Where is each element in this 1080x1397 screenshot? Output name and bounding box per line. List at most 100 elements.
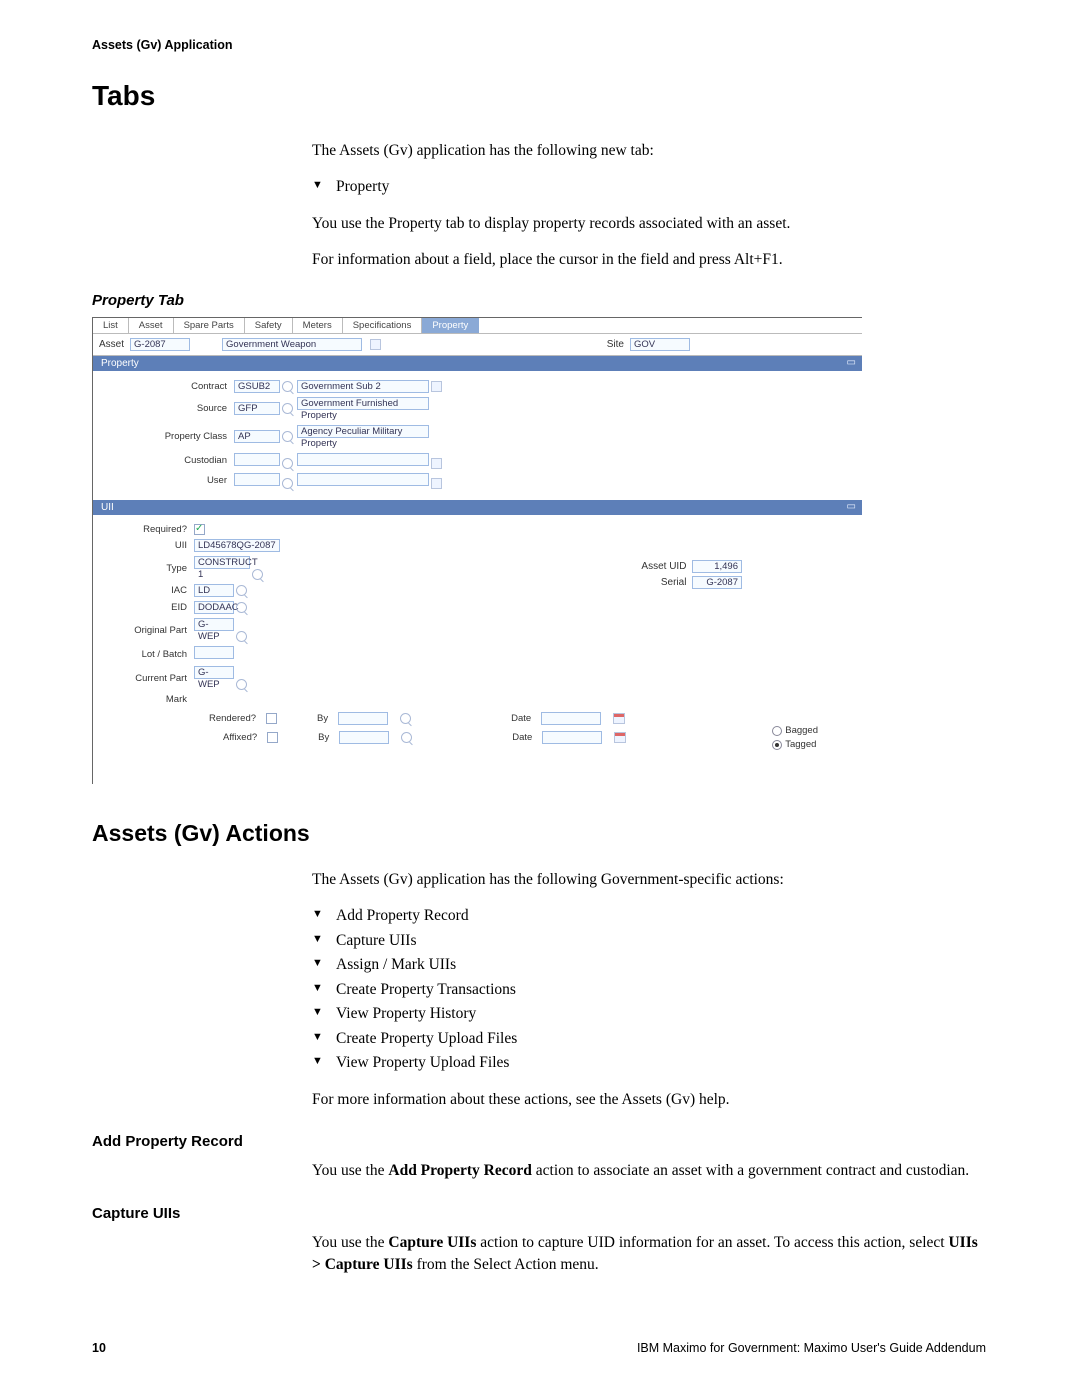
heading-actions: Assets (Gv) Actions	[92, 820, 986, 847]
assetuid-field[interactable]: 1,496	[692, 560, 742, 573]
iac-field[interactable]: LD	[194, 584, 234, 597]
eid-field[interactable]: DODAAC	[194, 601, 234, 614]
tagged-label: Tagged	[785, 739, 816, 750]
lookup-icon[interactable]	[236, 585, 247, 596]
calendar-icon[interactable]	[614, 732, 626, 743]
list-item: Add Property Record	[312, 905, 986, 927]
lookup-icon[interactable]	[282, 478, 293, 489]
lookup-icon[interactable]	[282, 381, 293, 392]
source-field[interactable]: GFP	[234, 402, 280, 415]
lookup-icon[interactable]	[401, 732, 412, 743]
affixed-date-field[interactable]	[542, 731, 602, 744]
calendar-icon[interactable]	[613, 713, 625, 724]
minimize-icon[interactable]: ▭	[847, 501, 856, 512]
book-title: IBM Maximo for Government: Maximo User's…	[637, 1341, 986, 1355]
user-desc-field[interactable]	[297, 473, 429, 486]
lookup-icon[interactable]	[400, 713, 411, 724]
rendered-date-field[interactable]	[541, 712, 601, 725]
custodian-label: Custodian	[101, 452, 231, 470]
long-description-icon[interactable]	[431, 458, 442, 469]
rendered-row: Rendered? By Date	[99, 708, 856, 727]
prose-tabs: The Assets (Gv) application has the foll…	[312, 140, 986, 272]
heading-capture-uiis: Capture UIIs	[92, 1205, 986, 1222]
asset-header-row: Asset G-2087 Government Weapon Site GOV	[93, 334, 862, 356]
asset-desc-field[interactable]: Government Weapon	[222, 338, 362, 351]
required-checkbox[interactable]	[194, 524, 205, 535]
custodian-field[interactable]	[234, 453, 280, 466]
long-description-icon[interactable]	[431, 381, 442, 392]
required-label: Required?	[101, 523, 191, 536]
asset-field[interactable]: G-2087	[130, 338, 190, 351]
propclass-field[interactable]: AP	[234, 430, 280, 443]
rendered-checkbox[interactable]	[266, 713, 277, 724]
lookup-icon[interactable]	[236, 631, 247, 642]
section-uii: UII ▭	[93, 500, 862, 515]
type-field[interactable]: CONSTRUCT 1	[194, 556, 250, 569]
lookup-icon[interactable]	[282, 431, 293, 442]
bagged-radio[interactable]	[772, 726, 782, 736]
rendered-by-field[interactable]	[338, 712, 388, 725]
contract-desc-field[interactable]: Government Sub 2	[297, 380, 429, 393]
section-title: UII	[101, 502, 114, 513]
list-item: Assign / Mark UIIs	[312, 954, 986, 976]
lookup-icon[interactable]	[252, 569, 263, 580]
custodian-desc-field[interactable]	[297, 453, 429, 466]
lot-field[interactable]	[194, 646, 234, 659]
curpart-field[interactable]: G-WEP	[194, 666, 234, 679]
text: The Assets (Gv) application has the foll…	[312, 869, 986, 891]
asset-label: Asset	[99, 339, 124, 350]
site-field[interactable]: GOV	[630, 338, 690, 351]
user-label: User	[101, 472, 231, 490]
lookup-icon[interactable]	[236, 602, 247, 613]
minimize-icon[interactable]: ▭	[847, 357, 856, 368]
page: Assets (Gv) Application Tabs The Assets …	[0, 0, 1080, 1397]
tab-spare[interactable]: Spare Parts	[174, 318, 245, 333]
text: You use the Add Property Record action t…	[312, 1160, 986, 1182]
lookup-icon[interactable]	[236, 679, 247, 690]
tab-asset[interactable]: Asset	[129, 318, 174, 333]
text: You use the Capture UIIs action to captu…	[312, 1232, 986, 1277]
tab-safety[interactable]: Safety	[245, 318, 293, 333]
section-title: Property	[101, 358, 139, 369]
text: For more information about these actions…	[312, 1089, 986, 1111]
propclass-label: Property Class	[101, 424, 231, 450]
contract-label: Contract	[101, 379, 231, 394]
long-description-icon[interactable]	[431, 478, 442, 489]
origpart-field[interactable]: G-WEP	[194, 618, 234, 631]
tagged-radio[interactable]	[772, 740, 782, 750]
tab-specs[interactable]: Specifications	[343, 318, 423, 333]
affixed-checkbox[interactable]	[267, 732, 278, 743]
source-desc-field[interactable]: Government Furnished Property	[297, 397, 429, 410]
propclass-desc-field[interactable]: Agency Peculiar Military Property	[297, 425, 429, 438]
section-property: Property ▭	[93, 356, 862, 371]
affixed-label: Affixed?	[223, 732, 257, 743]
by-label: By	[318, 732, 329, 743]
origpart-label: Original Part	[101, 617, 191, 643]
serial-field[interactable]: G-2087	[692, 576, 742, 589]
bullet-list: Property	[312, 176, 986, 198]
uii-label: UII	[101, 538, 191, 553]
date-label: Date	[512, 732, 532, 743]
bag-tag-radios: Bagged Tagged	[772, 724, 818, 752]
tab-meters[interactable]: Meters	[293, 318, 343, 333]
tab-list[interactable]: List	[93, 318, 129, 333]
text: For information about a field, place the…	[312, 249, 986, 271]
list-item: Property	[312, 176, 986, 198]
uii-field[interactable]: LD45678QG-2087	[194, 539, 280, 552]
rendered-label: Rendered?	[209, 713, 256, 724]
prose-actions: The Assets (Gv) application has the foll…	[312, 869, 986, 1111]
contract-field[interactable]: GSUB2	[234, 380, 280, 393]
user-field[interactable]	[234, 473, 280, 486]
list-item: Create Property Upload Files	[312, 1028, 986, 1050]
bagged-label: Bagged	[785, 725, 818, 736]
lookup-icon[interactable]	[282, 458, 293, 469]
lookup-icon[interactable]	[282, 403, 293, 414]
property-form-area: Contract GSUB2 Government Sub 2 Source G…	[93, 371, 862, 500]
long-description-icon[interactable]	[370, 339, 381, 350]
affixed-by-field[interactable]	[339, 731, 389, 744]
date-label: Date	[511, 713, 531, 724]
tab-property[interactable]: Property	[422, 318, 479, 333]
site-label: Site	[607, 339, 624, 350]
page-number: 10	[92, 1341, 106, 1355]
running-header: Assets (Gv) Application	[92, 38, 986, 52]
